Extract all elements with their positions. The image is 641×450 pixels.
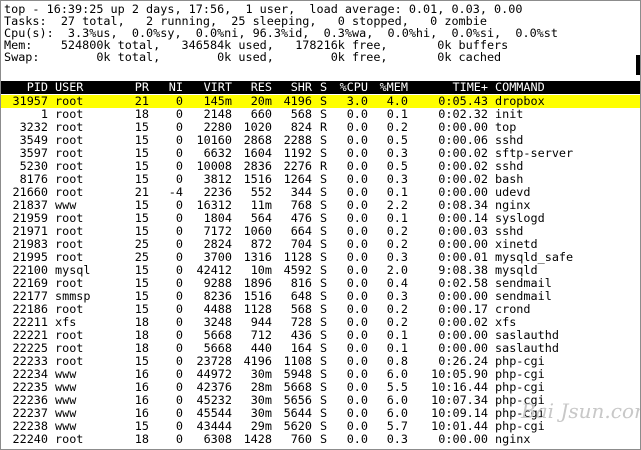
cell-time: 0:00.00 xyxy=(438,432,488,446)
col-header-virt: VIRT xyxy=(203,80,232,94)
cursor-block xyxy=(636,55,640,75)
watermark: Bai Jsun.com xyxy=(521,399,641,423)
col-header-res: RES xyxy=(250,80,272,94)
col-header-ni: NI xyxy=(168,80,183,94)
cell-ni: 0 xyxy=(175,432,183,446)
cell-shr: 760 xyxy=(290,432,312,446)
cell-virt: 6308 xyxy=(203,432,232,446)
cell-mem: 0.3 xyxy=(386,432,408,446)
col-header-pid: PID xyxy=(26,80,48,94)
col-header-pr: PR xyxy=(134,80,149,94)
cell-pid: 22240 xyxy=(12,432,48,446)
col-header-cpu: %CPU xyxy=(339,80,368,94)
cell-res: 1428 xyxy=(243,432,272,446)
cell-user: root xyxy=(55,432,84,446)
col-header-command: COMMAND xyxy=(495,80,545,94)
col-header-state: S xyxy=(320,80,328,94)
process-table-header: PID USER PR NI VIRT RES SHR S %CPU %MEM … xyxy=(1,81,640,94)
cell-cpu: 0.0 xyxy=(346,432,368,446)
cell-command: nginx xyxy=(495,432,531,446)
col-header-mem: %MEM xyxy=(379,80,408,94)
swap-line: Swap: 0k total, 0k used, 0k free, 0k cac… xyxy=(4,50,502,64)
col-header-time: TIME+ xyxy=(452,80,488,94)
cell-pr: 18 xyxy=(134,432,149,446)
col-header-shr: SHR xyxy=(290,80,312,94)
terminal-window: top - 16:39:25 up 2 days, 17:56, 1 user,… xyxy=(0,0,641,450)
cell-state: S xyxy=(320,432,328,446)
process-row: 22240 root 18 0 6308 1428 760 S 0.0 0.3 0:00.00 ngi… xyxy=(1,433,640,446)
col-header-user: USER xyxy=(55,80,84,94)
